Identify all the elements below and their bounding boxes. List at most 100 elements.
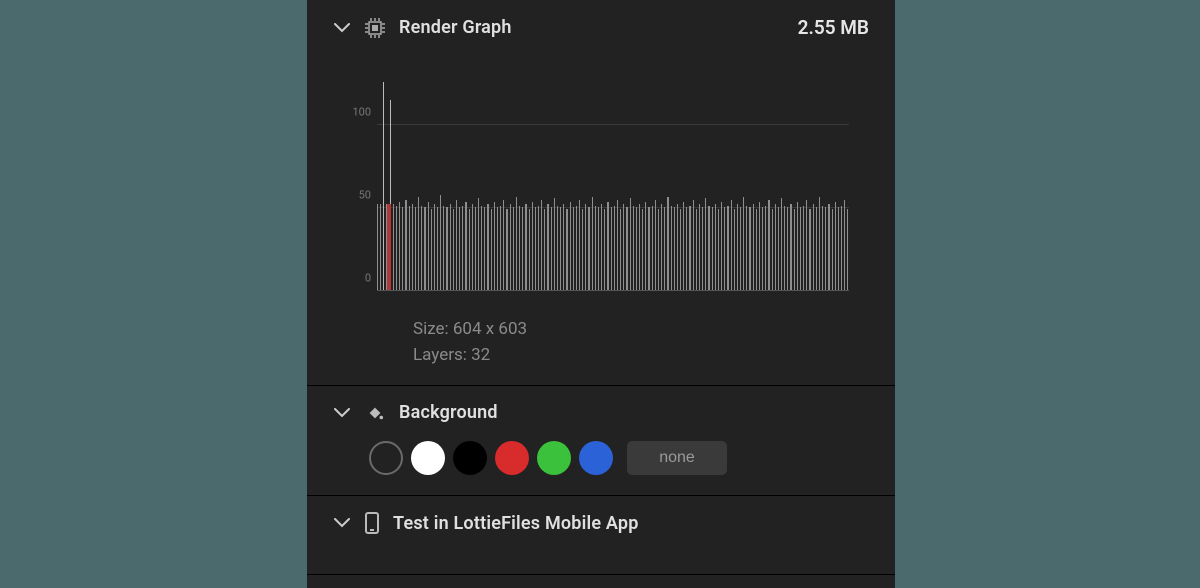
chart-bar: [772, 209, 773, 291]
chart-bar: [573, 207, 574, 291]
chart-bar: [847, 209, 848, 291]
swatch-black[interactable]: [453, 441, 487, 475]
chart-bar: [491, 209, 492, 291]
chart-bar: [743, 197, 744, 292]
swatch-transparent[interactable]: [369, 441, 403, 475]
chip-icon: [365, 18, 385, 38]
chart-bar: [604, 209, 605, 291]
chart-bar: [768, 200, 769, 291]
background-swatches: none: [369, 441, 869, 475]
chart-bar: [708, 206, 709, 291]
chart-bar: [598, 207, 599, 291]
chart-bar: [383, 82, 384, 291]
chart-bar: [661, 204, 662, 291]
chart-bar: [510, 204, 511, 291]
chart-bar: [446, 207, 447, 291]
chart-bar: [601, 204, 602, 291]
chart-bar: [816, 207, 817, 291]
swatch-blue[interactable]: [579, 441, 613, 475]
chart-bar: [636, 207, 637, 291]
chart-bar: [522, 207, 523, 291]
chevron-down-icon[interactable]: [333, 19, 351, 37]
chart-bar: [819, 197, 820, 292]
background-none-button[interactable]: none: [627, 441, 727, 475]
chart-bar: [570, 202, 571, 291]
chevron-down-icon[interactable]: [333, 514, 351, 532]
chart-bar: [588, 207, 589, 291]
chart-bar: [611, 207, 612, 291]
chart-bar: [715, 204, 716, 291]
chart-bar: [532, 202, 533, 291]
render-graph-title: Render Graph: [399, 17, 512, 38]
chart-bar: [740, 207, 741, 291]
chart-bar: [475, 207, 476, 291]
chart-bar: [535, 207, 536, 291]
chart-bar: [655, 200, 656, 291]
chart-bar: [832, 209, 833, 291]
chart-bar: [800, 207, 801, 291]
chart-bar: [585, 204, 586, 291]
chart-bar: [664, 207, 665, 291]
chart-bar: [803, 206, 804, 291]
chart-bar: [405, 200, 406, 291]
chart-bar: [749, 207, 750, 291]
chart-bar: [658, 209, 659, 291]
chart-bar: [380, 204, 381, 291]
chart-bar: [595, 206, 596, 291]
y-tick-50: 50: [359, 189, 371, 202]
y-tick-100: 100: [352, 106, 371, 119]
chart-bar: [469, 209, 470, 291]
chart-bar: [481, 206, 482, 291]
chart-bar: [765, 206, 766, 291]
chart-bar: [677, 204, 678, 291]
chart-bar: [607, 202, 608, 291]
inspector-panel: Render Graph 2.55 MB 50 100 0 Size: 604 …: [307, 0, 895, 588]
chart-bar: [402, 207, 403, 291]
chart-bar: [648, 207, 649, 291]
chart-bar: [828, 204, 829, 291]
chart-bar: [547, 204, 548, 291]
chart-bar: [778, 207, 779, 291]
swatch-white[interactable]: [411, 441, 445, 475]
chart-bar: [784, 206, 785, 291]
swatch-green[interactable]: [537, 441, 571, 475]
background-title: Background: [399, 402, 498, 423]
chart-bar: [674, 207, 675, 291]
chevron-down-icon[interactable]: [333, 404, 351, 422]
chart-bar: [718, 209, 719, 291]
phone-icon: [365, 512, 379, 534]
chart-bar: [683, 202, 684, 291]
swatch-red[interactable]: [495, 441, 529, 475]
chart-bar: [667, 197, 668, 292]
chart-bar: [787, 207, 788, 291]
chart-bar: [576, 206, 577, 291]
chart-bar: [377, 204, 378, 291]
chart-bar: [544, 209, 545, 291]
chart-bar: [563, 204, 564, 291]
chart-bar: [500, 206, 501, 291]
chart-bar: [525, 204, 526, 291]
chart-bar: [560, 207, 561, 291]
filesize-label: 2.55 MB: [798, 16, 869, 39]
chart-bar: [642, 209, 643, 291]
chart-bar: [623, 204, 624, 291]
chart-bar: [434, 204, 435, 291]
chart-bar: [557, 206, 558, 291]
chart-bar: [822, 206, 823, 291]
chart-bar: [790, 204, 791, 291]
playhead-marker[interactable]: [387, 204, 391, 291]
background-section: Background none: [307, 386, 895, 496]
chart-bar: [753, 204, 754, 291]
chart-bar: [806, 200, 807, 291]
size-label: Size: 604 x 603: [413, 319, 869, 339]
chart-bar: [797, 202, 798, 291]
chart-bar: [712, 207, 713, 291]
chart-bar: [838, 207, 839, 291]
chart-bar: [731, 200, 732, 291]
chart-bar: [721, 202, 722, 291]
chart-bar: [529, 209, 530, 291]
chart-bar: [737, 204, 738, 291]
chart-bar: [633, 206, 634, 291]
chart-bar: [614, 206, 615, 291]
chart-bar: [592, 197, 593, 292]
